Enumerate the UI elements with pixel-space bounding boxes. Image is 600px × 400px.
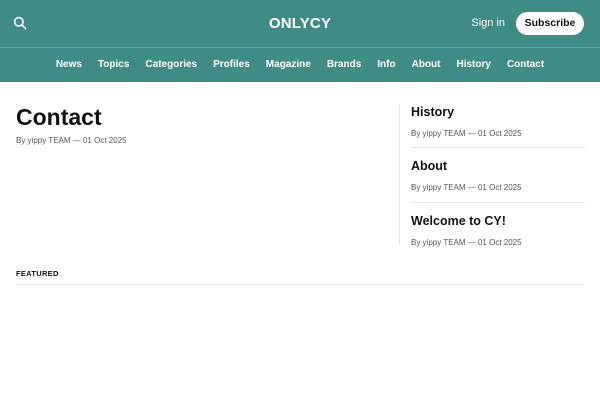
sidebar-post-meta: By yippy TEAM — 01 Oct 2025 bbox=[411, 238, 522, 247]
sign-in-link[interactable]: Sign in bbox=[471, 17, 505, 30]
sidebar-post-meta: By yippy TEAM — 01 Oct 2025 bbox=[411, 183, 522, 192]
sidebar-post-title[interactable]: Welcome to CY! bbox=[411, 214, 585, 229]
page-meta: By yippy TEAM — 01 Oct 2025 bbox=[16, 136, 127, 145]
sidebar-post-history: History By yippy TEAM — 01 Oct 2025 bbox=[411, 105, 585, 139]
nav-item-magazine[interactable]: Magazine bbox=[258, 48, 319, 82]
nav-item-news[interactable]: News bbox=[48, 48, 90, 82]
search-icon[interactable] bbox=[13, 16, 27, 30]
main-navigation: News Topics Categories Profiles Magazine… bbox=[0, 47, 600, 82]
nav-list: News Topics Categories Profiles Magazine… bbox=[0, 48, 600, 82]
nav-item-info[interactable]: Info bbox=[369, 48, 403, 82]
featured-divider bbox=[16, 284, 584, 285]
sidebar-separator bbox=[411, 202, 585, 203]
nav-item-about[interactable]: About bbox=[404, 48, 449, 82]
nav-item-categories[interactable]: Categories bbox=[137, 48, 205, 82]
nav-item-topics[interactable]: Topics bbox=[90, 48, 137, 82]
page-title: Contact bbox=[16, 104, 102, 130]
sidebar-post-title[interactable]: About bbox=[411, 159, 585, 174]
sidebar-post-meta: By yippy TEAM — 01 Oct 2025 bbox=[411, 129, 522, 138]
nav-item-brands[interactable]: Brands bbox=[319, 48, 369, 82]
sidebar-post-title[interactable]: History bbox=[411, 105, 585, 120]
featured-heading: FEATURED bbox=[16, 269, 59, 278]
site-brand-container: ONLYCY bbox=[0, 0, 600, 47]
top-bar: ONLYCY Sign in Subscribe bbox=[0, 0, 600, 47]
nav-item-history[interactable]: History bbox=[448, 48, 498, 82]
sidebar-separator bbox=[411, 147, 585, 148]
subscribe-button[interactable]: Subscribe bbox=[516, 12, 584, 35]
nav-item-profiles[interactable]: Profiles bbox=[205, 48, 258, 82]
column-divider bbox=[399, 105, 400, 245]
sidebar-post-about: About By yippy TEAM — 01 Oct 2025 bbox=[411, 159, 585, 193]
site-logo[interactable]: ONLYCY bbox=[269, 15, 331, 32]
sidebar-post-welcome: Welcome to CY! By yippy TEAM — 01 Oct 20… bbox=[411, 214, 585, 248]
nav-item-contact[interactable]: Contact bbox=[499, 48, 552, 82]
